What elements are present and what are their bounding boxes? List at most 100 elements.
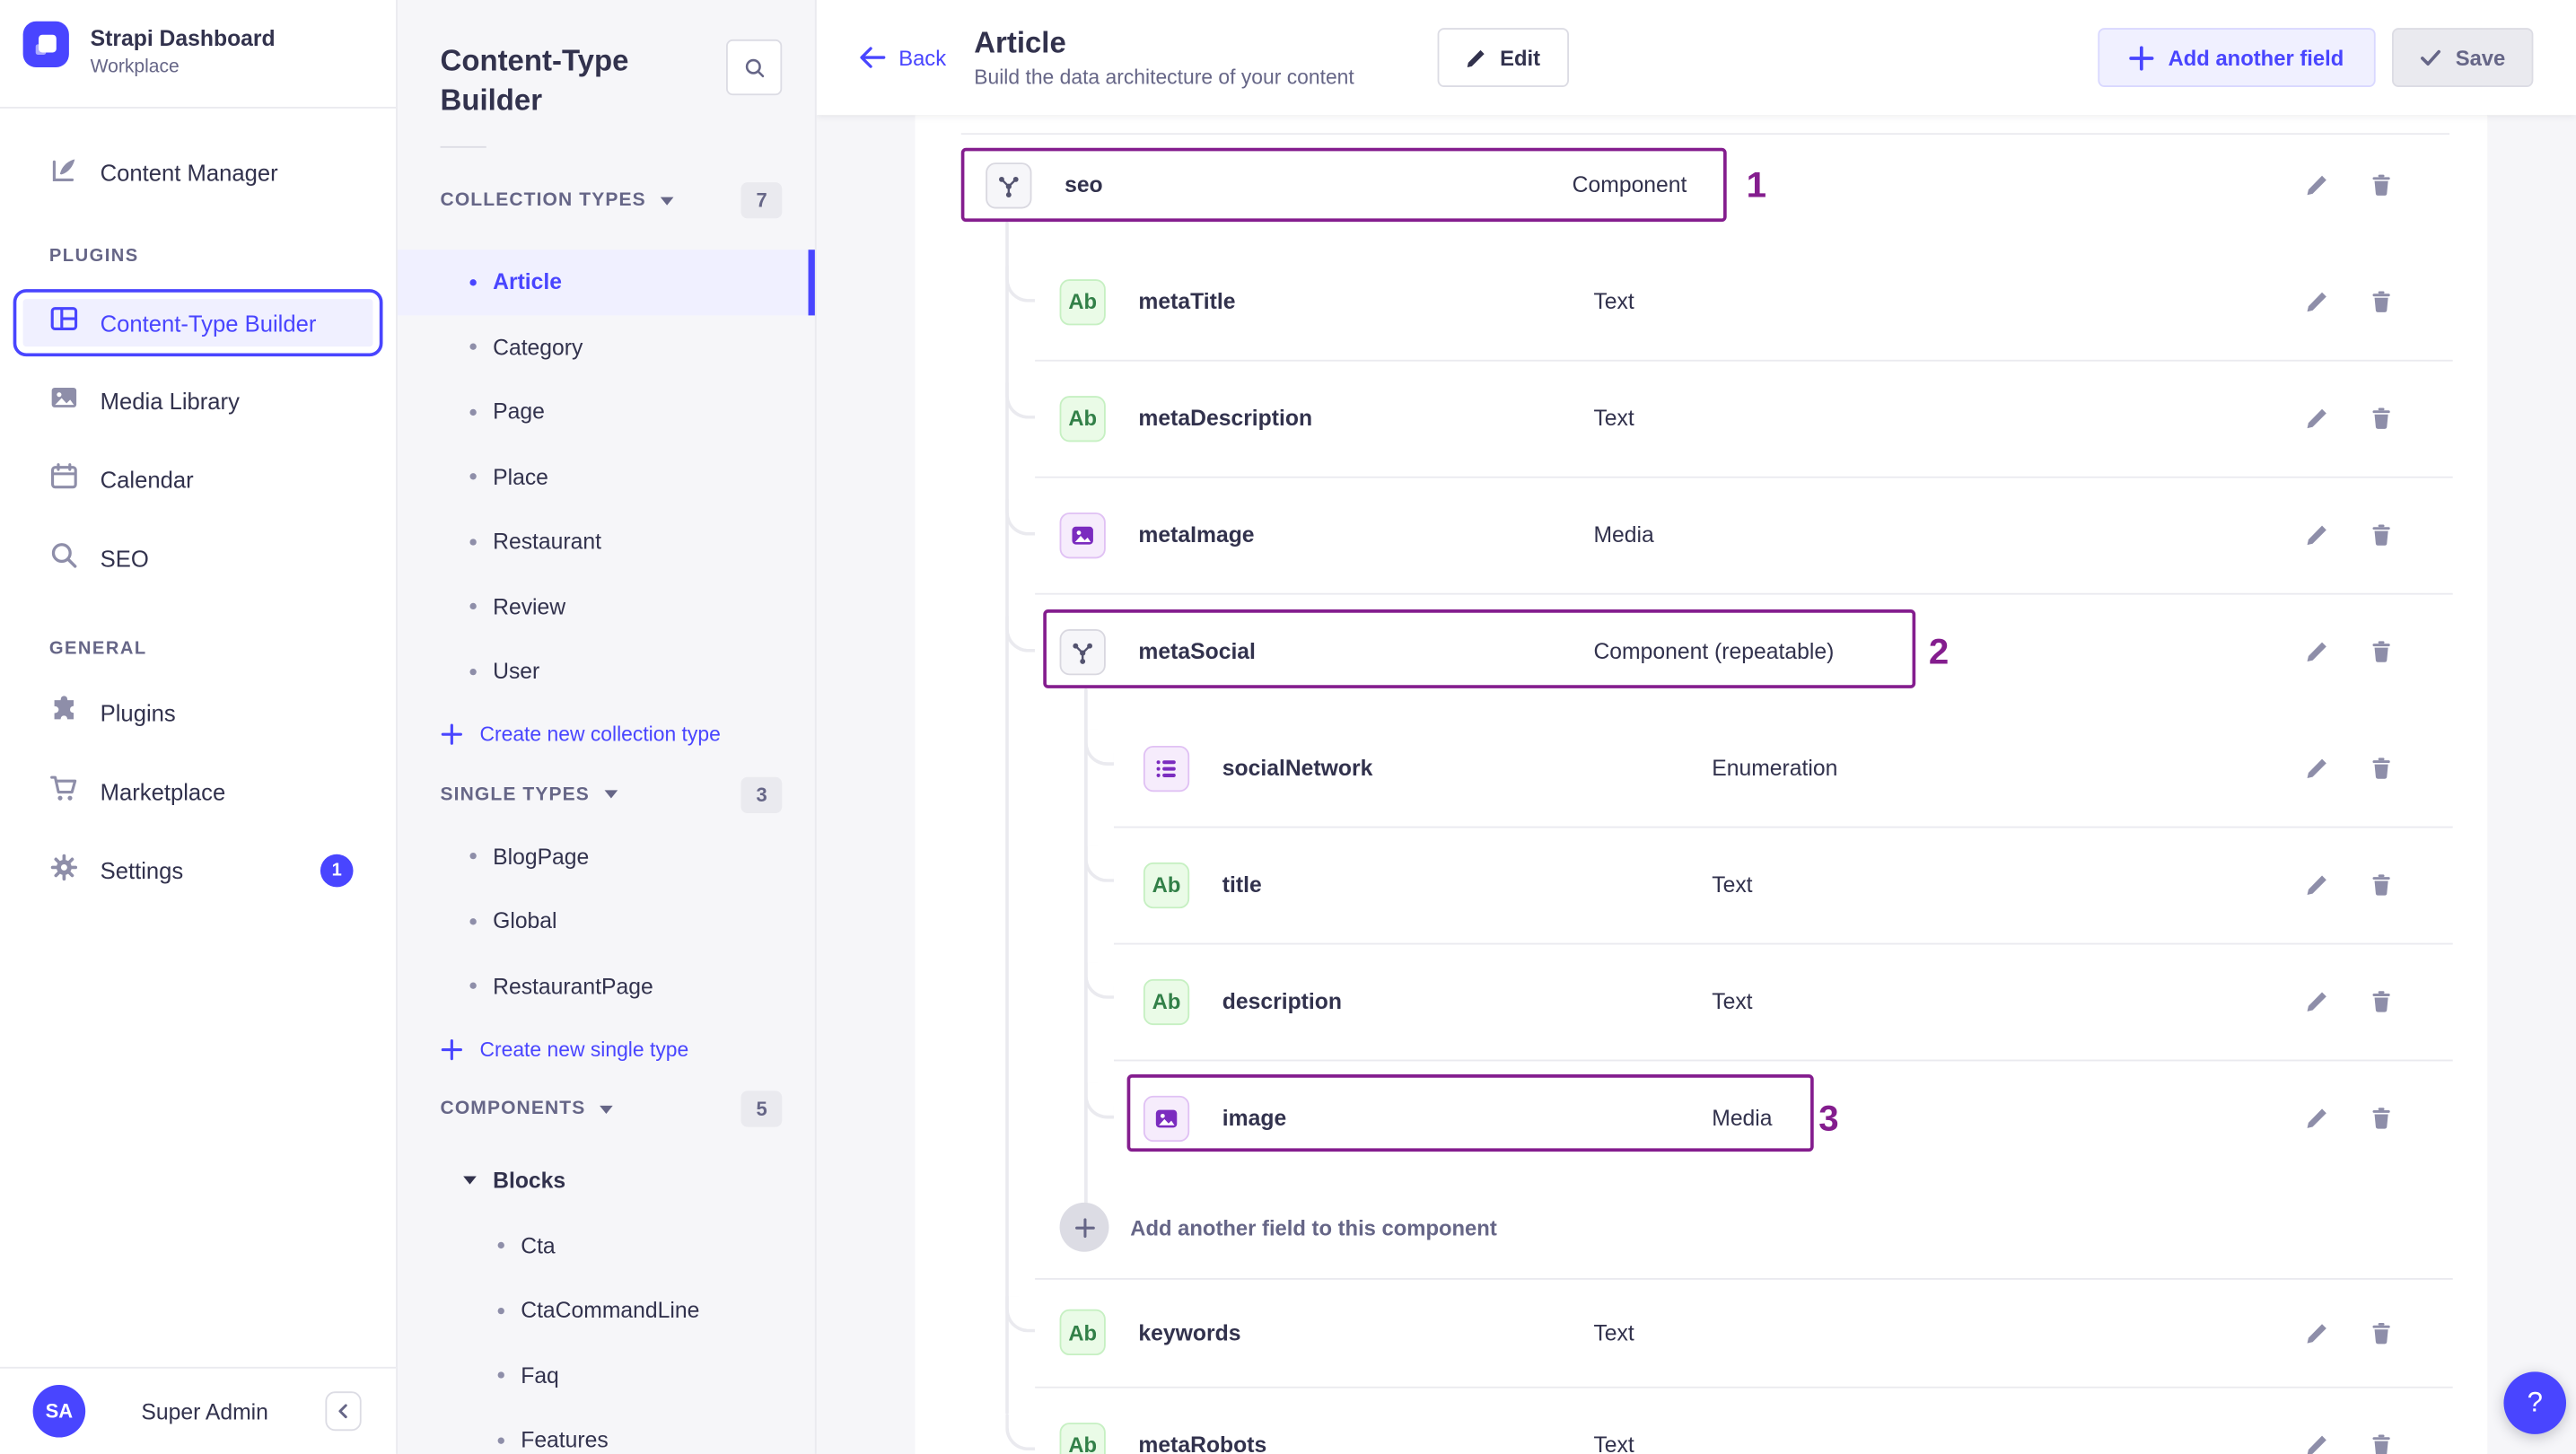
delete-field-button[interactable] <box>2359 747 2402 790</box>
sidebar-item-calendar[interactable]: Calendar <box>0 441 396 520</box>
sidebar-item[interactable]: Faq <box>398 1343 815 1407</box>
delete-field-button[interactable] <box>2359 1423 2402 1454</box>
delete-field-button[interactable] <box>2359 863 2402 907</box>
components-header[interactable]: COMPONENTS 5 <box>398 1080 815 1139</box>
sidebar-item-settings[interactable]: Settings 1 <box>0 831 396 910</box>
sidebar-item[interactable]: Review <box>398 574 815 639</box>
delete-field-button[interactable] <box>2359 513 2402 556</box>
single-types-count: 3 <box>741 775 783 813</box>
edit-field-button[interactable] <box>2295 863 2338 907</box>
edit-field-button[interactable] <box>2295 163 2338 206</box>
sidebar-item-label: Cta <box>521 1233 556 1258</box>
sidebar-item[interactable]: RestaurantPage <box>398 954 815 1019</box>
pencil-icon <box>2306 1435 2326 1454</box>
sidebar-item-media-library[interactable]: Media Library <box>0 362 396 441</box>
edit-field-button[interactable] <box>2295 630 2338 673</box>
trash-icon <box>2371 641 2389 662</box>
strapi-logo-icon <box>22 21 69 68</box>
user-name: Super Admin <box>141 1398 268 1424</box>
pencil-icon <box>2306 292 2326 312</box>
edit-field-button[interactable] <box>2295 397 2338 440</box>
back-label: Back <box>898 45 947 70</box>
sidebar-item[interactable]: Features <box>398 1408 815 1454</box>
divider <box>440 145 486 148</box>
sidebar-item-content-type-builder[interactable]: Content-Type Builder <box>13 289 383 357</box>
save-button[interactable]: Save <box>2391 28 2534 88</box>
text-field-icon: Ab <box>1059 278 1106 325</box>
delete-field-button[interactable] <box>2359 980 2402 1023</box>
edit-field-button[interactable] <box>2295 280 2338 323</box>
field-type: Enumeration <box>1712 755 1838 781</box>
chevron-down-icon <box>600 1104 614 1114</box>
trash-icon <box>2371 874 2389 896</box>
edit-field-button[interactable] <box>2295 980 2338 1023</box>
sidebar-item[interactable]: User <box>398 639 815 704</box>
add-another-field-button[interactable]: Add another field <box>2097 28 2376 88</box>
trash-icon <box>2371 758 2389 779</box>
create-collection-type-link[interactable]: Create new collection type <box>398 704 815 765</box>
metaTitle: Ab metaTitle Text <box>916 243 2488 360</box>
field-type: Text <box>1712 872 1753 898</box>
help-button[interactable]: ? <box>2503 1371 2567 1434</box>
back-link[interactable]: Back <box>857 44 946 70</box>
content-manager-icon <box>48 152 81 193</box>
calendar-icon <box>48 460 81 501</box>
field-name: metaTitle <box>1138 289 1236 314</box>
pencil-icon <box>2306 175 2326 196</box>
sidebar-item-content-manager[interactable]: Content Manager <box>0 133 396 212</box>
search-button[interactable] <box>726 39 783 96</box>
edit-button[interactable]: Edit <box>1437 28 1569 88</box>
sidebar-item[interactable]: CtaCommandLine <box>398 1278 815 1343</box>
add-field-plus-icon[interactable] <box>1059 1202 1109 1252</box>
sidebar-item-label: Marketplace <box>100 778 226 805</box>
sidebar-item[interactable]: Cta <box>398 1213 815 1278</box>
sidebar-item[interactable]: Global <box>398 889 815 953</box>
metaDescription: Ab metaDescription Text <box>916 359 2488 477</box>
sidebar-item-label: Settings <box>100 857 184 884</box>
nav-section-general: GENERAL <box>48 639 147 659</box>
delete-field-button[interactable] <box>2359 1097 2402 1140</box>
sidebar-item[interactable]: Place <box>398 444 815 509</box>
main-sidebar: Strapi Dashboard Workplace Content Manag… <box>0 0 398 1454</box>
sidebar-item-label: User <box>493 659 540 684</box>
save-button-label: Save <box>2455 45 2506 70</box>
component-category-blocks[interactable]: Blocks <box>398 1148 815 1213</box>
collapse-sidebar-button[interactable] <box>325 1391 362 1432</box>
annotation-number: 2 <box>1928 629 1950 671</box>
sidebar-item[interactable]: Restaurant <box>398 509 815 574</box>
field-name: metaImage <box>1138 522 1255 547</box>
field-name: metaSocial <box>1138 639 1256 664</box>
collection-types-count: 7 <box>741 182 783 219</box>
Add another field to this component: Ab Add another field to this component <box>916 1177 2488 1278</box>
delete-field-button[interactable] <box>2359 630 2402 673</box>
delete-field-button[interactable] <box>2359 280 2402 323</box>
sidebar-item-marketplace[interactable]: Marketplace <box>0 752 396 831</box>
sidebar-item[interactable]: BlogPage <box>398 824 815 889</box>
collection-types-header[interactable]: COLLECTION TYPES 7 <box>398 171 815 230</box>
pencil-icon <box>2306 1108 2326 1128</box>
sidebar-item-seo[interactable]: SEO <box>0 519 396 598</box>
sidebar-item[interactable]: Category <box>398 315 815 380</box>
sidebar-item-plugins[interactable]: Plugins <box>0 673 396 752</box>
edit-field-button[interactable] <box>2295 747 2338 790</box>
sidebar-item-label: Category <box>493 334 583 360</box>
edit-field-button[interactable] <box>2295 1097 2338 1140</box>
sidebar-item-label: SEO <box>100 545 149 572</box>
sidebar-item-label: Media Library <box>100 387 240 415</box>
create-single-type-link[interactable]: Create new single type <box>398 1019 815 1080</box>
sidebar-item-label: BlogPage <box>493 844 590 869</box>
edit-field-button[interactable] <box>2295 1311 2338 1354</box>
workspace-subtitle: Workplace <box>90 57 180 78</box>
create-link-label: Create new single type <box>479 1037 689 1061</box>
cart-icon <box>48 771 81 812</box>
field-name: title <box>1222 872 1262 898</box>
delete-field-button[interactable] <box>2359 397 2402 440</box>
sidebar-item[interactable]: Page <box>398 380 815 444</box>
delete-field-button[interactable] <box>2359 163 2402 206</box>
delete-field-button[interactable] <box>2359 1311 2402 1354</box>
edit-field-button[interactable] <box>2295 513 2338 556</box>
keywords: Ab keywords Text <box>916 1278 2488 1387</box>
edit-field-button[interactable] <box>2295 1423 2338 1454</box>
sidebar-item[interactable]: Article <box>397 250 815 315</box>
single-types-header[interactable]: SINGLE TYPES 3 <box>398 765 815 824</box>
